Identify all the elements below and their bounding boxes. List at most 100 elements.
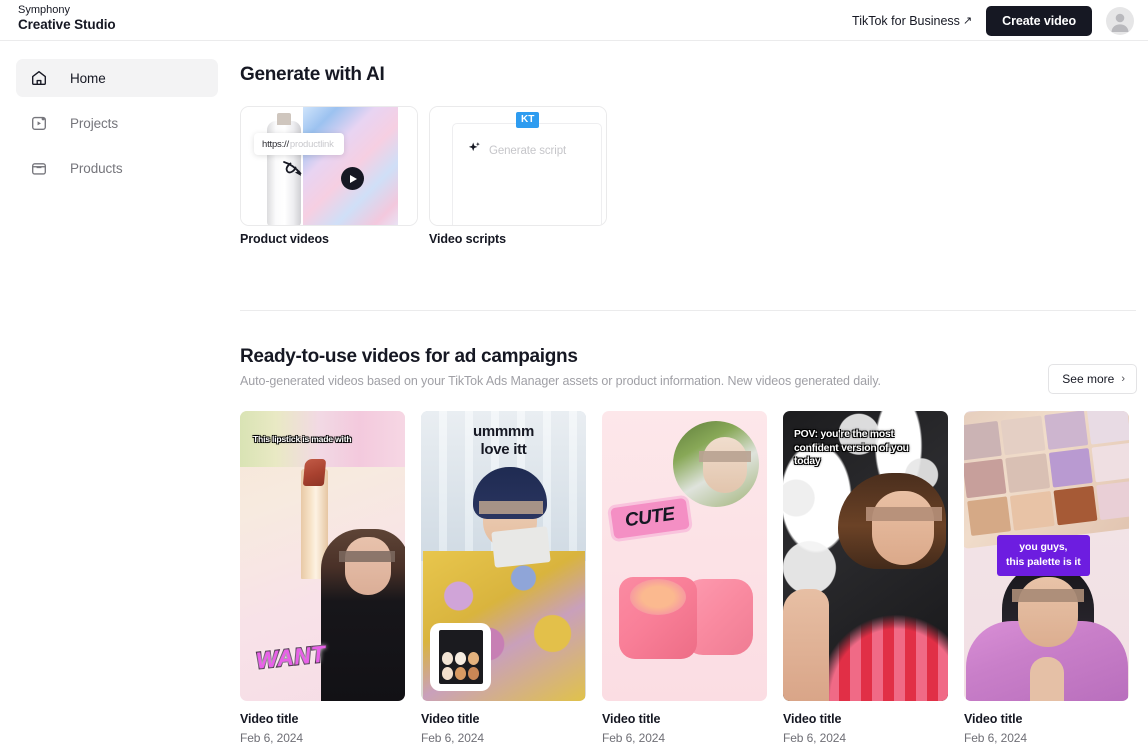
play-icon[interactable]	[341, 167, 364, 190]
see-more-button[interactable]: See more ›	[1048, 364, 1137, 394]
palette-pan	[1086, 411, 1129, 445]
video-overlay-sticker-label: CUTE	[623, 503, 676, 532]
collaborator-cursor-badge: KT	[516, 112, 540, 128]
palette-pan	[964, 420, 1003, 461]
tiktok-for-business-label: TikTok for Business	[852, 13, 960, 28]
thumb5-person-neck	[1030, 657, 1064, 701]
create-video-button[interactable]: Create video	[986, 5, 1092, 36]
palette-pan	[967, 496, 1012, 536]
thumb5-person-face	[1018, 577, 1078, 647]
avatar[interactable]	[1106, 6, 1134, 35]
header-actions: TikTok for Business ↗ Create video	[852, 0, 1134, 41]
product-video-illustration: https:// productlink	[241, 107, 417, 225]
sidebar-item-home-label: Home	[70, 70, 106, 86]
ready-section-subtitle: Auto-generated videos based on your TikT…	[240, 374, 881, 388]
palette-pan	[1010, 491, 1055, 531]
play-triangle	[350, 174, 357, 183]
video-overlay-caption: you guys, this palette is it	[997, 535, 1090, 577]
generate-cards: https:// productlink Product videos Gene…	[240, 106, 607, 246]
sidebar-item-projects[interactable]: Projects	[16, 104, 218, 142]
user-avatar-icon	[1111, 13, 1129, 32]
generate-card-product-videos-wrapper: https:// productlink Product videos	[240, 106, 418, 246]
video-overlay-sticker: WANT	[254, 639, 328, 674]
product-url-scheme: https://	[262, 138, 289, 150]
video-card[interactable]: you guys, this palette is it Video title…	[964, 411, 1129, 745]
ready-video-grid: This lipstick is made with WANT Video ti…	[240, 411, 1129, 745]
generate-card-video-scripts[interactable]: Generate script KT	[429, 106, 607, 226]
video-date: Feb 6, 2024	[240, 731, 303, 745]
video-date: Feb 6, 2024	[783, 731, 846, 745]
chevron-right-icon: ›	[1121, 373, 1125, 385]
video-card[interactable]: This lipstick is made with WANT Video ti…	[240, 411, 405, 745]
palette-pan	[454, 667, 467, 680]
thumb2-product-inset	[430, 623, 491, 691]
palette-pan	[441, 652, 453, 665]
video-date: Feb 6, 2024	[602, 731, 665, 745]
thumb3-person-circle	[673, 421, 759, 507]
generate-card-product-videos[interactable]: https:// productlink	[240, 106, 418, 226]
palette-pan	[964, 458, 1007, 499]
palette-pan	[1052, 485, 1098, 526]
sparkle-icon	[467, 141, 482, 161]
video-overlay-caption: ummmm love itt	[472, 423, 534, 458]
ready-section-title: Ready-to-use videos for ad campaigns	[240, 346, 578, 367]
thumb5-eyeshadow-palette	[964, 411, 1129, 550]
palette-pan	[1048, 448, 1093, 488]
video-card[interactable]: ummmm love itt Video title Feb 6, 2024	[421, 411, 586, 745]
app-header: Symphony Creative Studio TikTok for Busi…	[0, 0, 1148, 41]
video-thumbnail[interactable]: ummmm love itt	[421, 411, 586, 701]
palette-pan	[454, 652, 467, 665]
product-url-field[interactable]: https:// productlink	[254, 133, 344, 155]
generate-card-video-scripts-caption: Video scripts	[429, 232, 506, 246]
home-icon	[30, 69, 48, 87]
thumb1-face-blur	[339, 551, 395, 562]
thumb2-held-card	[491, 526, 551, 568]
main-content: Generate with AI https:// productlink Pr…	[232, 42, 1148, 751]
thumb3-face-blur	[699, 451, 751, 462]
projects-play-icon	[30, 114, 48, 132]
sidebar: Home Projects Products	[0, 42, 232, 751]
palette-pan	[1000, 415, 1046, 456]
generate-card-video-scripts-wrapper: Generate script KT Video scripts	[429, 106, 607, 246]
thumb4-person-face	[872, 491, 934, 565]
brand-name-bottom: Creative Studio	[18, 16, 116, 32]
video-script-editor-panel[interactable]: Generate script	[452, 123, 602, 225]
section-divider	[240, 310, 1136, 311]
sidebar-item-products-label: Products	[70, 160, 123, 176]
external-link-icon: ↗	[962, 15, 973, 27]
sidebar-item-projects-label: Projects	[70, 115, 118, 131]
product-bottle-cap-shape	[277, 113, 291, 125]
video-date: Feb 6, 2024	[421, 731, 484, 745]
video-card[interactable]: CUTE Video title Feb 6, 2024	[602, 411, 767, 745]
products-bag-icon	[30, 159, 48, 177]
palette-pan	[1091, 442, 1129, 483]
brand-logo[interactable]: Symphony Creative Studio	[18, 4, 116, 32]
generate-section-title: Generate with AI	[240, 64, 385, 85]
video-overlay-sticker: CUTE	[610, 497, 690, 540]
thumb1-lipstick-bullet	[302, 459, 327, 486]
palette-pan	[1095, 480, 1129, 521]
generate-card-product-videos-caption: Product videos	[240, 232, 329, 246]
video-title: Video title	[964, 712, 1023, 726]
video-overlay-caption: This lipstick is made with	[253, 434, 352, 444]
video-thumbnail[interactable]: This lipstick is made with WANT	[240, 411, 405, 701]
palette-pan	[1043, 411, 1088, 450]
palette-pan	[468, 667, 480, 680]
video-title: Video title	[421, 712, 480, 726]
tiktok-for-business-link[interactable]: TikTok for Business ↗	[852, 14, 972, 28]
video-overlay-caption: POV: you're the most confident version o…	[794, 429, 909, 468]
video-thumbnail[interactable]: you guys, this palette is it	[964, 411, 1129, 701]
video-thumbnail[interactable]: CUTE	[602, 411, 767, 701]
sidebar-item-products[interactable]: Products	[16, 149, 218, 187]
video-script-illustration: Generate script KT	[430, 107, 606, 225]
brand-name-top: Symphony	[18, 4, 70, 16]
video-card[interactable]: POV: you're the most confident version o…	[783, 411, 948, 745]
video-thumbnail[interactable]: POV: you're the most confident version o…	[783, 411, 948, 701]
sidebar-item-home[interactable]: Home	[16, 59, 218, 97]
thumb3-person-face	[703, 437, 747, 493]
see-more-label: See more	[1062, 372, 1115, 386]
video-script-prompt-row: Generate script	[467, 141, 566, 161]
palette-pan	[468, 652, 480, 665]
thumb5-face-blur	[1012, 589, 1084, 602]
thumb2-face-blur	[479, 501, 543, 514]
